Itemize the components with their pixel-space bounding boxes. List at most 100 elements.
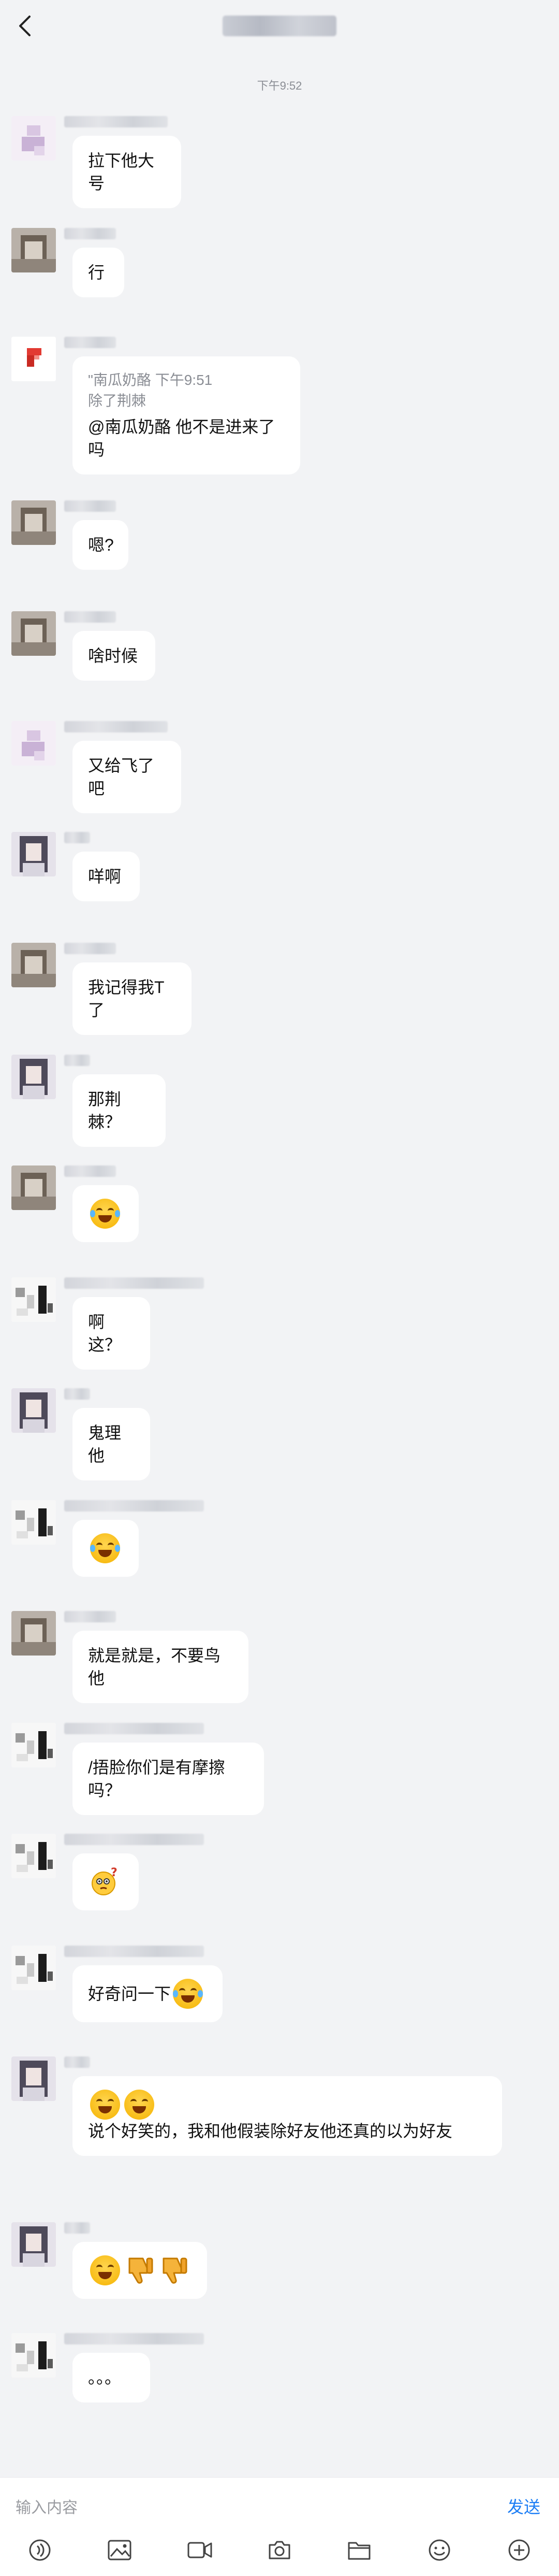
message-text: 咩啊 [88, 867, 122, 886]
avatar[interactable] [11, 2222, 56, 2267]
sender-nickname [64, 1165, 116, 1177]
sender-nickname [64, 2056, 90, 2068]
chevron-left-icon [19, 16, 31, 36]
avatar[interactable] [11, 721, 56, 766]
thumbs-down-icon [124, 2255, 154, 2285]
message-bubble[interactable]: 嗯? [72, 520, 128, 570]
back-button[interactable] [10, 11, 39, 40]
avatar[interactable] [11, 116, 56, 161]
message-text: 说个好笑的，我和他假装除好友他还真的以为好友 [88, 2122, 453, 2140]
composer-toolbar [0, 2529, 559, 2571]
message-bubble[interactable]: 咩啊 [72, 852, 140, 901]
plus-icon[interactable] [506, 2537, 533, 2564]
avatar[interactable] [11, 1277, 56, 1322]
laugh-cry-face-icon [90, 1199, 120, 1229]
message-bubble[interactable]: 。。。 [72, 2353, 150, 2402]
message-bubble[interactable]: /捂脸你们是有摩擦吗？ [72, 1743, 264, 1815]
sender-nickname [64, 832, 90, 843]
sender-nickname [64, 1277, 204, 1289]
sender-nickname [64, 2222, 90, 2234]
avatar[interactable] [11, 337, 56, 381]
laugh-cry-face-icon [90, 1533, 120, 1563]
grin-face-icon [90, 2090, 120, 2120]
send-button[interactable]: 发送 [507, 2488, 540, 2524]
message-timestamp: 下午9:52 [257, 79, 302, 92]
sender-nickname [64, 228, 116, 239]
folder-icon[interactable] [346, 2537, 373, 2564]
message-bubble[interactable]: 又给飞了吧 [72, 741, 181, 813]
quoted-message-text: 除了荆棘 [88, 393, 146, 409]
message-text: 。。。 [88, 2368, 122, 2387]
message-text: 拉下他大号 [88, 151, 155, 193]
sender-nickname [64, 721, 168, 732]
message-bubble[interactable]: 拉下他大号 [72, 136, 181, 208]
avatar[interactable] [11, 2056, 56, 2101]
message-text: 行 [88, 263, 105, 282]
sender-nickname [64, 116, 168, 127]
avatar[interactable] [11, 1500, 56, 1545]
sender-nickname [64, 500, 116, 512]
message-bubble[interactable] [72, 1185, 139, 1242]
message-text: 又给飞了吧 [88, 756, 155, 798]
avatar[interactable] [11, 611, 56, 656]
top-bar [0, 0, 559, 52]
sender-nickname [64, 611, 116, 623]
avatar[interactable] [11, 943, 56, 987]
message-text: /捂脸你们是有摩擦吗？ [88, 1758, 225, 1800]
message-bubble[interactable]: "南瓜奶酪 下午9:51 除了荆棘 @南瓜奶酪 他不是进来了吗 [72, 356, 300, 474]
avatar[interactable] [11, 1611, 56, 1656]
message-bubble[interactable]: 啥时候 [72, 631, 155, 681]
avatar[interactable] [11, 1388, 56, 1433]
message-bubble[interactable]: 啊这？ [72, 1297, 150, 1370]
sender-nickname [64, 1611, 116, 1622]
message-bubble[interactable]: 好奇问一下 [72, 1965, 223, 2022]
message-input[interactable]: 输入内容 [16, 2488, 471, 2524]
video-icon[interactable] [186, 2537, 213, 2564]
svg-text:?: ? [111, 1867, 117, 1879]
avatar[interactable] [11, 500, 56, 545]
message-bubble[interactable]: 鬼理他 [72, 1408, 150, 1480]
grin-face-icon [124, 2090, 154, 2120]
voice-icon[interactable] [26, 2537, 53, 2564]
avatar[interactable] [11, 1834, 56, 1878]
avatar[interactable] [11, 1723, 56, 1767]
sender-nickname [64, 1723, 204, 1734]
message-text: 我记得我T了 [88, 978, 165, 1019]
message-text: 啊这？ [88, 1313, 122, 1354]
avatar[interactable] [11, 832, 56, 876]
composer-bar: 输入内容 发送 [0, 2477, 559, 2576]
image-icon[interactable] [106, 2537, 133, 2564]
avatar[interactable] [11, 2333, 56, 2378]
grin-face-icon [90, 2255, 120, 2285]
sender-nickname [64, 337, 116, 348]
message-bubble[interactable]: 我记得我T了 [72, 962, 192, 1035]
message-text: 嗯? [88, 536, 114, 554]
emoji-icon[interactable] [426, 2537, 453, 2564]
confused-face-icon: ? [90, 1866, 120, 1897]
message-text: 啥时候 [88, 646, 138, 665]
avatar[interactable] [11, 228, 56, 272]
sender-nickname [64, 1946, 204, 1957]
quoted-message-header: "南瓜奶酪 下午9:51 [88, 372, 213, 388]
avatar[interactable] [11, 1165, 56, 1210]
sender-nickname [64, 943, 116, 954]
message-bubble[interactable] [72, 2242, 207, 2299]
avatar[interactable] [11, 1055, 56, 1099]
sender-nickname [64, 1388, 90, 1400]
message-text: @南瓜奶酪 他不是进来了吗 [88, 418, 275, 459]
sender-nickname [64, 1500, 204, 1512]
chat-title [223, 16, 336, 36]
message-bubble[interactable]: 说个好笑的，我和他假装除好友他还真的以为好友 [72, 2076, 502, 2156]
message-bubble[interactable]: 那荆棘？ [72, 1074, 166, 1147]
laugh-cry-face-icon [173, 1979, 203, 2009]
message-bubble[interactable]: 就是就是，不要鸟他 [72, 1631, 248, 1703]
message-text: 就是就是，不要鸟他 [88, 1646, 221, 1688]
message-bubble[interactable]: ? [72, 1853, 139, 1910]
message-text: 鬼理他 [88, 1423, 122, 1465]
message-bubble[interactable]: 行 [72, 248, 124, 297]
sender-nickname [64, 1834, 204, 1845]
camera-icon[interactable] [266, 2537, 293, 2564]
sender-nickname [64, 1055, 90, 1066]
avatar[interactable] [11, 1946, 56, 1990]
message-bubble[interactable] [72, 1520, 139, 1577]
